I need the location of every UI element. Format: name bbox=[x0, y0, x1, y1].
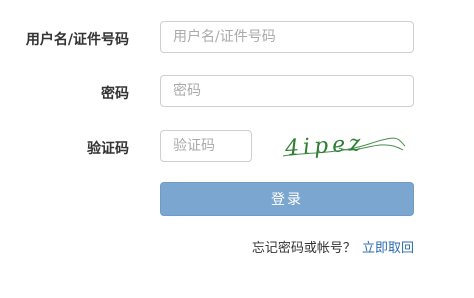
captcha-label: 验证码 bbox=[87, 141, 129, 157]
retrieve-link[interactable]: 立即取回 bbox=[362, 241, 414, 256]
forgot-row: 忘记密码或帐号？ 立即取回 bbox=[160, 237, 414, 256]
captcha-image[interactable]: 4ipez bbox=[279, 126, 409, 166]
captcha-text: 4ipez bbox=[283, 131, 365, 162]
username-label: 用户名/证件号码 bbox=[25, 32, 129, 48]
username-input[interactable] bbox=[160, 21, 414, 53]
password-label: 密码 bbox=[101, 86, 129, 102]
password-input[interactable] bbox=[160, 75, 414, 107]
login-button[interactable]: 登录 bbox=[160, 182, 414, 216]
captcha-input[interactable] bbox=[160, 130, 252, 162]
forgot-text: 忘记密码或帐号？ bbox=[251, 241, 356, 256]
